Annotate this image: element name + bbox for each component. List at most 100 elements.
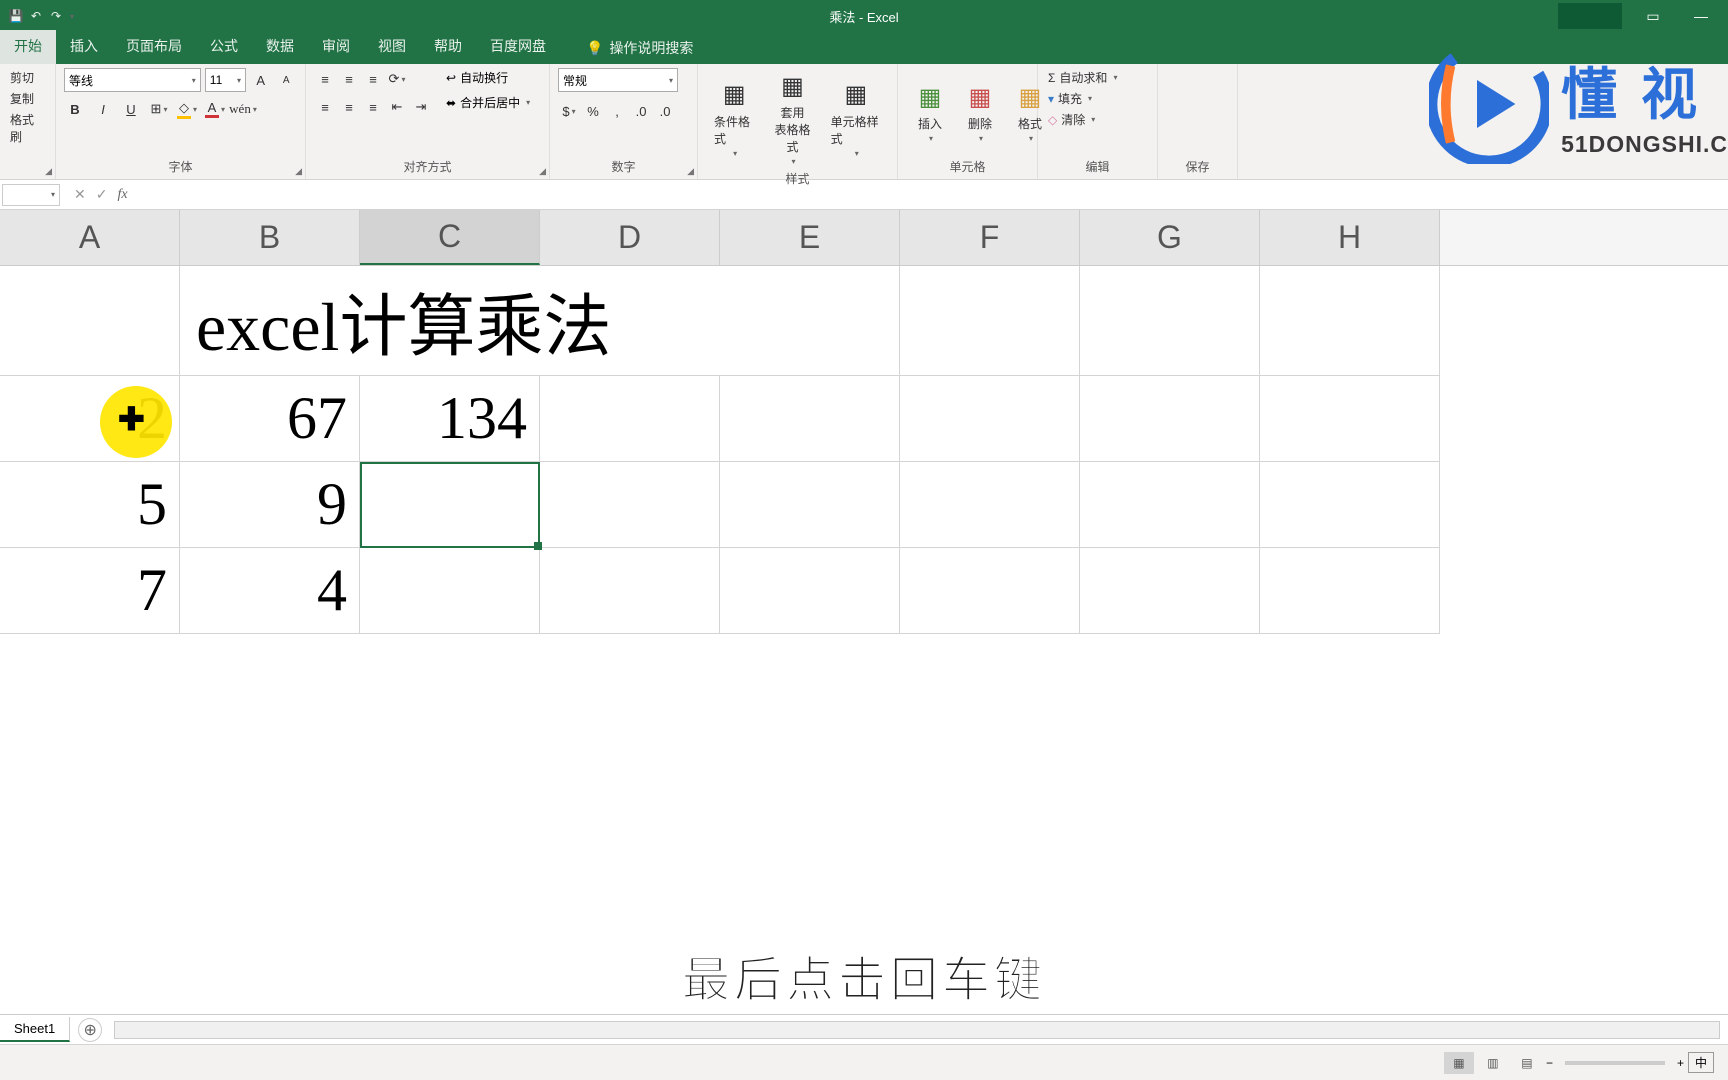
tab-insert[interactable]: 插入 — [56, 30, 112, 64]
cell-F1[interactable] — [900, 266, 1080, 376]
minimize-button[interactable]: — — [1678, 1, 1724, 31]
cell-F4[interactable] — [900, 548, 1080, 634]
tab-home[interactable]: 开始 — [0, 30, 56, 64]
cell-E1[interactable] — [720, 266, 900, 376]
cell-styles-button[interactable]: ▦单元格样式▾ — [823, 68, 889, 168]
cell-G2[interactable] — [1080, 376, 1260, 462]
account-box[interactable] — [1558, 3, 1622, 29]
normal-view-icon[interactable]: ▦ — [1444, 1052, 1474, 1074]
conditional-format-button[interactable]: ▦条件格式▾ — [706, 68, 762, 168]
table-format-button[interactable]: ▦套用 表格格式▾ — [764, 68, 820, 168]
page-layout-icon[interactable]: ▥ — [1478, 1052, 1508, 1074]
cell-A3[interactable]: 5 — [0, 462, 180, 548]
indent-dec-icon[interactable]: ⇤ — [386, 96, 408, 118]
page-break-icon[interactable]: ▤ — [1512, 1052, 1542, 1074]
decrease-font-icon[interactable]: A — [275, 69, 297, 91]
cell-D3[interactable] — [540, 462, 720, 548]
dialog-launcher-icon[interactable]: ◢ — [539, 166, 546, 177]
fx-icon[interactable]: fx — [117, 187, 127, 203]
delete-cell-button[interactable]: ▦删除▾ — [956, 68, 1004, 156]
phonetic-button[interactable]: wén — [232, 98, 254, 120]
col-header-E[interactable]: E — [720, 210, 900, 265]
cell-E2[interactable] — [720, 376, 900, 462]
percent-icon[interactable]: % — [582, 100, 604, 122]
redo-icon[interactable]: ↷ — [48, 8, 64, 24]
border-button[interactable]: ⊞ — [148, 98, 170, 120]
tab-data[interactable]: 数据 — [252, 30, 308, 64]
tab-help[interactable]: 帮助 — [420, 30, 476, 64]
copy-button[interactable]: 复制 — [8, 89, 47, 108]
align-right-icon[interactable]: ≡ — [362, 96, 384, 118]
formula-input[interactable] — [142, 184, 1728, 206]
cell-B3[interactable]: 9 — [180, 462, 360, 548]
tab-formulas[interactable]: 公式 — [196, 30, 252, 64]
dialog-launcher-icon[interactable]: ◢ — [45, 166, 52, 177]
qat-more-icon[interactable]: ▾ — [70, 12, 74, 21]
spreadsheet-grid[interactable]: excel计算乘法 2 67 134 5 9 7 4 — [0, 266, 1728, 634]
cell-A4[interactable]: 7 — [0, 548, 180, 634]
cell-C3[interactable] — [360, 462, 540, 548]
zoom-in-button[interactable]: + — [1677, 1056, 1684, 1070]
cell-D2[interactable] — [540, 376, 720, 462]
cell-D4[interactable] — [540, 548, 720, 634]
cell-E3[interactable] — [720, 462, 900, 548]
col-header-G[interactable]: G — [1080, 210, 1260, 265]
merge-center-button[interactable]: ⬌合并后居中 — [444, 93, 532, 112]
cell-G3[interactable] — [1080, 462, 1260, 548]
tell-me-search[interactable]: 💡 操作说明搜索 — [576, 32, 703, 64]
orientation-icon[interactable]: ⟳ — [386, 68, 408, 90]
name-box[interactable]: ▾ — [2, 184, 60, 206]
wrap-text-button[interactable]: ↩自动换行 — [444, 68, 532, 87]
tab-view[interactable]: 视图 — [364, 30, 420, 64]
cell-A2[interactable]: 2 — [0, 376, 180, 462]
ime-indicator[interactable]: 中 — [1688, 1052, 1714, 1073]
cell-B2[interactable]: 67 — [180, 376, 360, 462]
cell-H2[interactable] — [1260, 376, 1440, 462]
fill-color-button[interactable]: ◇ — [176, 98, 198, 120]
format-painter-button[interactable]: 格式刷 — [8, 110, 47, 146]
comma-icon[interactable]: , — [606, 100, 628, 122]
autosum-button[interactable]: Σ自动求和 — [1046, 68, 1149, 87]
dialog-launcher-icon[interactable]: ◢ — [295, 166, 302, 177]
dialog-launcher-icon[interactable]: ◢ — [687, 166, 694, 177]
save-icon[interactable]: 💾 — [8, 8, 24, 24]
col-header-B[interactable]: B — [180, 210, 360, 265]
new-sheet-button[interactable]: ⊕ — [78, 1018, 102, 1042]
cell-F2[interactable] — [900, 376, 1080, 462]
cell-A1[interactable] — [0, 266, 180, 376]
cell-C4[interactable] — [360, 548, 540, 634]
cancel-formula-icon[interactable]: ✕ — [74, 186, 86, 203]
font-color-button[interactable]: A — [204, 98, 226, 120]
cut-button[interactable]: 剪切 — [8, 68, 47, 87]
cell-C2[interactable]: 134 — [360, 376, 540, 462]
font-size-select[interactable]: 11▾ — [205, 68, 246, 92]
cell-F3[interactable] — [900, 462, 1080, 548]
ribbon-options-icon[interactable]: ▭ — [1630, 1, 1676, 31]
zoom-slider[interactable] — [1565, 1061, 1665, 1065]
col-header-D[interactable]: D — [540, 210, 720, 265]
clear-button[interactable]: ◇清除 — [1046, 110, 1149, 129]
cell-E4[interactable] — [720, 548, 900, 634]
currency-icon[interactable]: $ — [558, 100, 580, 122]
zoom-out-button[interactable]: − — [1546, 1056, 1553, 1070]
col-header-C[interactable]: C — [360, 210, 540, 265]
tab-baidu[interactable]: 百度网盘 — [476, 30, 560, 64]
tab-layout[interactable]: 页面布局 — [112, 30, 196, 64]
cell-G4[interactable] — [1080, 548, 1260, 634]
align-left-icon[interactable]: ≡ — [314, 96, 336, 118]
bold-button[interactable]: B — [64, 98, 86, 120]
align-bottom-icon[interactable]: ≡ — [362, 68, 384, 90]
number-format-select[interactable]: 常规▾ — [558, 68, 678, 92]
font-name-select[interactable]: 等线▾ — [64, 68, 201, 92]
increase-font-icon[interactable]: A — [250, 69, 272, 91]
inc-decimal-icon[interactable]: .0 — [630, 100, 652, 122]
cell-H1[interactable] — [1260, 266, 1440, 376]
cell-H4[interactable] — [1260, 548, 1440, 634]
cell-B4[interactable]: 4 — [180, 548, 360, 634]
undo-icon[interactable]: ↶ — [28, 8, 44, 24]
sheet-tab-1[interactable]: Sheet1 — [0, 1017, 70, 1042]
col-header-A[interactable]: A — [0, 210, 180, 265]
align-top-icon[interactable]: ≡ — [314, 68, 336, 90]
enter-formula-icon[interactable]: ✓ — [96, 186, 108, 203]
cell-G1[interactable] — [1080, 266, 1260, 376]
